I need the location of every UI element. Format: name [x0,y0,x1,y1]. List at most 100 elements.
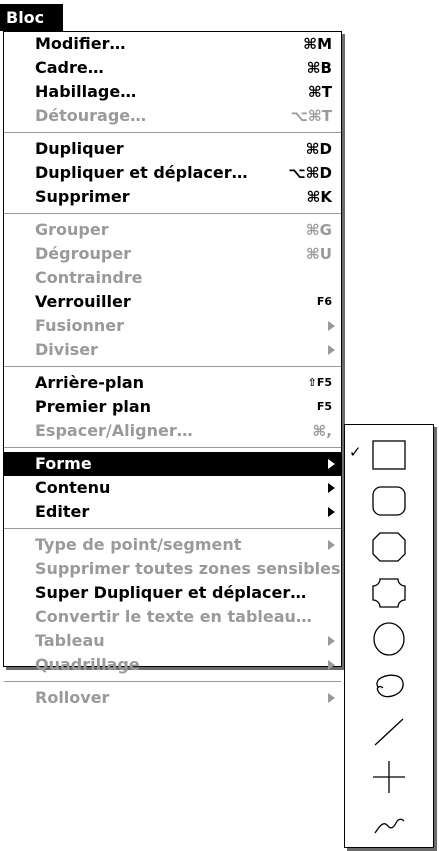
menu-item-super-dupliquer-et-deplacer[interactable]: Super Dupliquer et déplacer… [4,581,341,605]
shortcut-label: ⌘M [303,35,332,53]
shortcut-label: F5 [316,400,332,413]
submenu-arrow-icon [328,345,335,355]
menu-item-label: Super Dupliquer et déplacer… [35,583,307,602]
forme-option-bezier-freeform-shape[interactable] [345,661,433,707]
menu-item-label: Supprimer [35,187,130,206]
menu-item-label: Verrouiller [35,292,131,311]
submenu-arrow-icon [328,693,335,703]
shortcut-label: ⌥⌘T [290,107,332,125]
menu-item-label: Tableau [35,631,105,650]
diagonal-line-shape-icon [374,718,404,746]
menu-item-fusionner[interactable]: Fusionner [4,314,341,338]
menu-item-dupliquer[interactable]: Dupliquer ⌘D [4,137,341,161]
shortcut-label: ⌘T [307,83,332,101]
forme-option-orthogonal-line-shape[interactable] [345,753,433,799]
menu-item-convertir-le-texte-en-tableau[interactable]: Convertir le texte en tableau… [4,605,341,629]
submenu-arrow-icon [328,540,335,550]
menu-item-label: Premier plan [35,397,152,416]
shortcut-label: ⌥⌘D [288,164,332,182]
menu-item-premier-plan[interactable]: Premier plan F5 [4,395,341,419]
menu-item-label: Détourage… [35,106,147,125]
menu-separator [4,447,341,448]
shortcut-label: ⇧F5 [307,376,332,389]
menu-item-label: Arrière-plan [35,373,145,392]
menu-item-label: Convertir le texte en tableau… [35,607,312,626]
menu-item-espacer-aligner[interactable]: Espacer/Aligner… ⌘, [4,419,341,443]
submenu-arrow-icon [328,660,335,670]
menu-item-label: Contraindre [35,268,143,287]
menu-item-label: Cadre… [35,58,104,77]
bezier-line-shape-icon [374,818,405,834]
menu-item-quadrillage[interactable]: Quadrillage [4,653,341,677]
forme-option-diagonal-line-shape[interactable] [345,707,433,753]
concave-rectangle-shape-icon [372,578,406,608]
shortcut-label: ⌘B [306,59,332,77]
menu-item-arriere-plan[interactable]: Arrière-plan ⇧F5 [4,371,341,395]
menu-item-label: Modifier… [35,34,126,53]
menu-item-label: Dupliquer et déplacer… [35,163,248,182]
forme-submenu: ✓ [344,424,434,848]
menu-item-label: Habillage… [35,82,137,101]
menu-item-cadre[interactable]: Cadre… ⌘B [4,56,341,80]
menu-item-label: Espacer/Aligner… [35,421,193,440]
submenu-arrow-icon [328,483,335,493]
menu-item-label: Contenu [35,478,111,497]
menu-item-label: Diviser [35,340,98,359]
rectangle-shape-icon [372,440,406,470]
menu-item-supprimer[interactable]: Supprimer ⌘K [4,185,341,209]
beveled-rectangle-shape-icon [372,532,406,562]
menu-item-label: Dupliquer [35,139,124,158]
menu-item-verrouiller[interactable]: Verrouiller F6 [4,290,341,314]
checkmark-icon: ✓ [349,443,362,461]
submenu-arrow-icon [328,507,335,517]
menu-item-label: Supprimer toutes zones sensibles [35,559,341,578]
bloc-menu: Modifier… ⌘M Cadre… ⌘B Habillage… ⌘T Détourage… [3,31,342,707]
shortcut-label: F6 [316,295,332,308]
rounded-rectangle-shape-icon [372,486,406,516]
menu-item-editer[interactable]: Editer [4,500,341,524]
menu-item-dupliquer-et-deplacer[interactable]: Dupliquer et déplacer… ⌥⌘D [4,161,341,185]
submenu-arrow-icon [328,636,335,646]
shortcut-label: ⌘G [305,221,332,239]
menu-item-label: Fusionner [35,316,125,335]
menu-item-contraindre[interactable]: Contraindre [4,266,341,290]
menu-item-modifier[interactable]: Modifier… ⌘M [4,32,341,56]
menu-item-detourage[interactable]: Détourage… ⌥⌘T [4,104,341,128]
menu-item-diviser[interactable]: Diviser [4,338,341,362]
menu-separator [4,528,341,529]
menu-separator [4,132,341,133]
menu-item-label: Dégrouper [35,244,132,263]
menu-item-label: Rollover [35,688,110,707]
menu-separator [4,681,341,682]
shortcut-label: ⌘K [306,188,332,206]
menu-item-supprimer-toutes-zones-sensibles[interactable]: Supprimer toutes zones sensibles [4,557,341,581]
shortcut-label: ⌘D [305,140,332,158]
menu-separator [4,213,341,214]
forme-option-beveled-rectangle-shape[interactable] [345,523,433,569]
menu-item-label: Editer [35,502,90,521]
menu-item-label: Quadrillage [35,655,140,674]
shortcut-label: ⌘, [312,422,332,440]
menu-item-habillage[interactable]: Habillage… ⌘T [4,80,341,104]
menu-item-type-de-point-segment[interactable]: Type de point/segment [4,533,341,557]
submenu-arrow-icon [328,459,335,469]
menu-item-grouper[interactable]: Grouper ⌘G [4,218,341,242]
orthogonal-line-shape-icon [373,761,405,793]
menu-item-degrouper[interactable]: Dégrouper ⌘U [4,242,341,266]
oval-shape-icon [373,622,405,656]
menu-item-tableau[interactable]: Tableau [4,629,341,653]
menu-title-bloc[interactable]: Bloc [0,4,63,31]
menu-item-rollover[interactable]: Rollover [4,686,341,710]
menu-item-contenu[interactable]: Contenu [4,476,341,500]
bezier-freeform-shape-icon [376,674,404,698]
shortcut-label: ⌘U [305,245,332,263]
forme-option-rounded-rectangle-shape[interactable] [345,477,433,523]
forme-option-concave-rectangle-shape[interactable] [345,569,433,615]
menu-item-label: Forme [35,454,92,473]
forme-option-bezier-line-shape[interactable] [345,799,433,845]
submenu-arrow-icon [328,321,335,331]
menu-item-label: Grouper [35,220,109,239]
menu-item-forme[interactable]: Forme [4,452,341,476]
forme-option-rectangle-shape[interactable]: ✓ [345,431,433,477]
forme-option-oval-shape[interactable] [345,615,433,661]
